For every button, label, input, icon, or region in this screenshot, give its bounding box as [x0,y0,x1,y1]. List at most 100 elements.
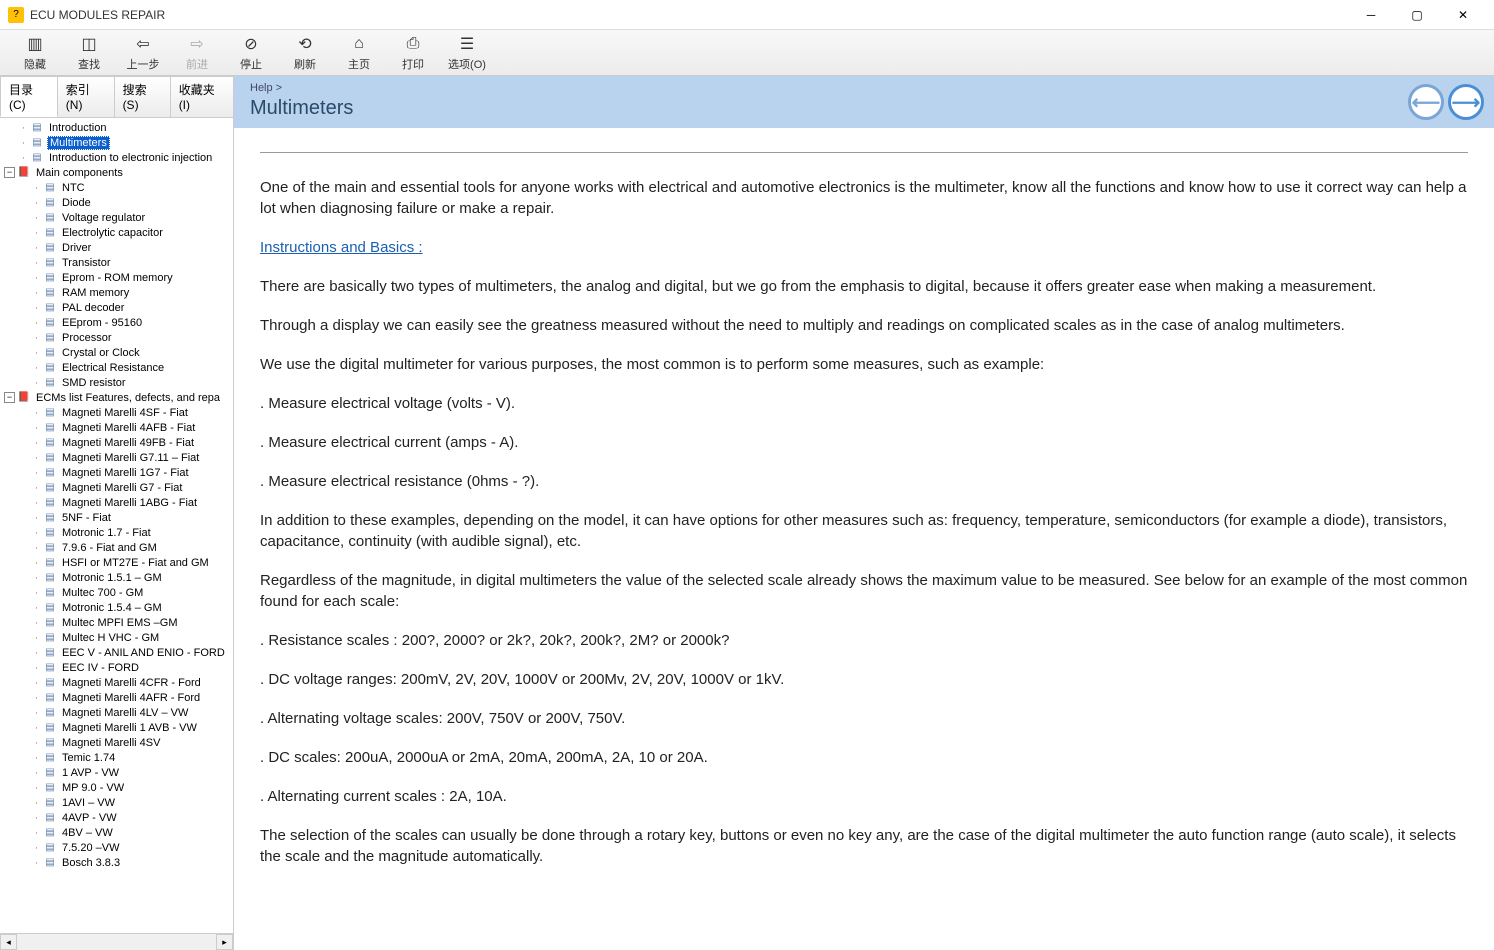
tree-node[interactable]: ·▤7.9.6 - Fiat and GM [0,540,233,555]
tree-label: 7.5.20 –VW [60,842,121,854]
tree-node[interactable]: ·▤PAL decoder [0,300,233,315]
tree-node[interactable]: ·▤Multimeters [0,135,233,150]
tree-node[interactable]: ·▤1AVI – VW [0,795,233,810]
tree-node[interactable]: ·▤Multec H VHC - GM [0,630,233,645]
tree-node[interactable]: ·▤Magneti Marelli G7 - Fiat [0,480,233,495]
tree-node[interactable]: ·▤4BV – VW [0,825,233,840]
tree-node[interactable]: ·▤4AVP - VW [0,810,233,825]
tree-node[interactable]: ·▤Transistor [0,255,233,270]
tree-node[interactable]: ·▤Introduction to electronic injection [0,150,233,165]
tree-node[interactable]: ·▤Processor [0,330,233,345]
tree-label: RAM memory [60,287,131,299]
print-button[interactable]: ⎙打印 [386,32,440,73]
tree-node[interactable]: ·▤SMD resistor [0,375,233,390]
collapse-icon[interactable]: − [4,392,15,403]
tree-node[interactable]: ·▤Bosch 3.8.3 [0,855,233,870]
doc-icon: ▤ [43,752,57,764]
maximize-button[interactable]: ▢ [1394,0,1440,30]
tree-label: Magneti Marelli 4SF - Fiat [60,407,190,419]
tree-node[interactable]: ·▤Magneti Marelli 1G7 - Fiat [0,465,233,480]
list-item: . Measure electrical resistance (0hms - … [260,471,1468,492]
tree-node[interactable]: ·▤Crystal or Clock [0,345,233,360]
tree-node[interactable]: ·▤7.5.20 –VW [0,840,233,855]
tree-node[interactable]: −📕ECMs list Features, defects, and repa [0,390,233,405]
list-item: . DC scales: 200uA, 2000uA or 2mA, 20mA,… [260,747,1468,768]
minimize-button[interactable]: ─ [1348,0,1394,30]
tree-node[interactable]: ·▤MP 9.0 - VW [0,780,233,795]
forward-icon: ⇨ [186,34,208,54]
tree-node[interactable]: ·▤EEprom - 95160 [0,315,233,330]
tree-node[interactable]: ·▤Diode [0,195,233,210]
tab-contents[interactable]: 目录(C) [0,76,58,117]
find-button[interactable]: ◫查找 [62,32,116,73]
nav-next-button[interactable]: ⟶ [1448,84,1484,120]
tree-node[interactable]: ·▤Motronic 1.7 - Fiat [0,525,233,540]
tab-favorites[interactable]: 收藏夹(I) [170,76,234,117]
nav-prev-button[interactable]: ⟵ [1408,84,1444,120]
close-button[interactable]: ✕ [1440,0,1486,30]
hide-button[interactable]: ▥隐藏 [8,32,62,73]
doc-icon: ▤ [43,332,57,344]
tree-node[interactable]: ·▤Multec MPFI EMS –GM [0,615,233,630]
doc-icon: ▤ [43,377,57,389]
scroll-right-icon[interactable]: ▸ [216,934,233,950]
tree-node[interactable]: ·▤Driver [0,240,233,255]
doc-icon: ▤ [30,152,44,164]
tree-node[interactable]: ·▤HSFI or MT27E - Fiat and GM [0,555,233,570]
collapse-icon[interactable]: − [4,167,15,178]
book-icon: 📕 [17,392,31,404]
contents-tree[interactable]: ·▤Introduction·▤Multimeters·▤Introductio… [0,118,233,933]
tree-node[interactable]: ·▤Electrolytic capacitor [0,225,233,240]
tree-node[interactable]: ·▤Introduction [0,120,233,135]
paragraph: There are basically two types of multime… [260,276,1468,297]
tree-label: 4AVP - VW [60,812,119,824]
tree-node[interactable]: ·▤Magneti Marelli 49FB - Fiat [0,435,233,450]
breadcrumb[interactable]: Help > [250,82,282,94]
tree-node[interactable]: ·▤Magneti Marelli 4CFR - Ford [0,675,233,690]
doc-icon: ▤ [43,227,57,239]
tree-node[interactable]: ·▤Voltage regulator [0,210,233,225]
list-item: . Measure electrical voltage (volts - V)… [260,393,1468,414]
tree-node[interactable]: ·▤Magneti Marelli 4LV – VW [0,705,233,720]
refresh-button[interactable]: ⟲刷新 [278,32,332,73]
tree-node[interactable]: ·▤Magneti Marelli G7.11 – Fiat [0,450,233,465]
tree-label: 1 AVP - VW [60,767,121,779]
tree-node[interactable]: ·▤Motronic 1.5.1 – GM [0,570,233,585]
tree-node[interactable]: −📕Main components [0,165,233,180]
tree-node[interactable]: ·▤Magneti Marelli 4SV [0,735,233,750]
content-body[interactable]: One of the main and essential tools for … [234,128,1494,950]
back-button[interactable]: ⇦上一步 [116,32,170,73]
tree-label: Temic 1.74 [60,752,117,764]
tree-node[interactable]: ·▤Magneti Marelli 4AFR - Ford [0,690,233,705]
tree-node[interactable]: ·▤Temic 1.74 [0,750,233,765]
tree-node[interactable]: ·▤Eprom - ROM memory [0,270,233,285]
doc-icon: ▤ [43,512,57,524]
doc-icon: ▤ [30,122,44,134]
tree-node[interactable]: ·▤5NF - Fiat [0,510,233,525]
tree-node[interactable]: ·▤Magneti Marelli 4SF - Fiat [0,405,233,420]
tree-hscroll[interactable]: ◂ ▸ [0,933,233,950]
doc-icon: ▤ [43,782,57,794]
tree-node[interactable]: ·▤NTC [0,180,233,195]
scroll-left-icon[interactable]: ◂ [0,934,17,950]
forward-button[interactable]: ⇨前进 [170,32,224,73]
tree-node[interactable]: ·▤Motronic 1.5.4 – GM [0,600,233,615]
tree-node[interactable]: ·▤Magneti Marelli 1ABG - Fiat [0,495,233,510]
stop-button[interactable]: ⊘停止 [224,32,278,73]
tree-node[interactable]: ·▤RAM memory [0,285,233,300]
tree-node[interactable]: ·▤EEC IV - FORD [0,660,233,675]
content-header: Help > Multimeters ⟵ ⟶ [234,76,1494,128]
tree-node[interactable]: ·▤EEC V - ANIL AND ENIO - FORD [0,645,233,660]
options-button[interactable]: ☰选项(O) [440,32,494,73]
tree-node[interactable]: ·▤Electrical Resistance [0,360,233,375]
tree-node[interactable]: ·▤Multec 700 - GM [0,585,233,600]
tree-node[interactable]: ·▤Magneti Marelli 1 AVB - VW [0,720,233,735]
list-item: . Resistance scales : 200?, 2000? or 2k?… [260,630,1468,651]
tree-node[interactable]: ·▤Magneti Marelli 4AFB - Fiat [0,420,233,435]
paragraph: We use the digital multimeter for variou… [260,354,1468,375]
doc-icon: ▤ [43,617,57,629]
tab-index[interactable]: 索引(N) [57,76,115,117]
tree-node[interactable]: ·▤1 AVP - VW [0,765,233,780]
home-button[interactable]: ⌂主页 [332,32,386,73]
tab-search[interactable]: 搜索(S) [114,76,171,117]
